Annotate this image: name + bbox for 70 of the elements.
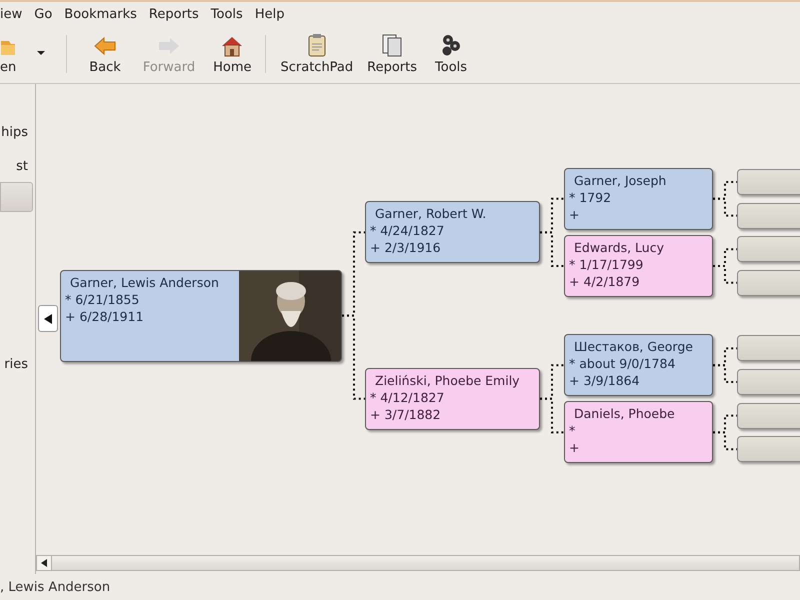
scroll-left-button[interactable]	[37, 556, 52, 570]
caret-icon[interactable]	[36, 50, 46, 56]
open-button[interactable]: en	[0, 27, 16, 83]
birth-date: *	[569, 422, 576, 440]
birth-date: * 4/12/1827	[370, 388, 446, 406]
death-date: + 3/9/1864	[569, 372, 641, 390]
empty-person-box[interactable]	[737, 202, 800, 229]
person-name: Шестаков, George	[573, 338, 694, 356]
connector-line	[540, 231, 564, 267]
menu-item[interactable]: Bookmarks	[64, 5, 137, 24]
home-button[interactable]: Home	[207, 27, 258, 83]
sidebar-item[interactable]	[0, 182, 33, 212]
status-text: , Lewis Anderson	[0, 578, 112, 596]
connector-line	[713, 265, 737, 284]
person-box[interactable]: Garner, Joseph * 1792 +	[564, 168, 713, 230]
death-date: + 2/3/1916	[370, 239, 442, 256]
person-box[interactable]: Шестаков, George * about 9/0/1784 + 3/9/1864	[564, 334, 713, 396]
connector-line	[713, 364, 737, 383]
sidebar-item[interactable]: ries	[0, 350, 35, 378]
horizontal-scrollbar[interactable]	[36, 555, 800, 571]
birth-date: * 1792	[569, 188, 612, 206]
menu-item[interactable]: Help	[254, 5, 284, 24]
birth-date: * 1/17/1799	[569, 256, 644, 273]
menu-item[interactable]: Tools	[210, 5, 243, 24]
death-date: + 6/28/1911	[65, 308, 145, 325]
gears-icon	[440, 33, 462, 57]
left-arrow-icon	[93, 35, 118, 57]
house-icon	[220, 35, 244, 57]
person-box[interactable]: Edwards, Lucy * 1/17/1799 + 4/2/1879	[564, 235, 713, 297]
left-triangle-icon	[43, 312, 53, 324]
menu-item[interactable]: Reports	[148, 5, 199, 24]
death-date: + 3/7/1882	[370, 406, 442, 423]
connector-line	[713, 431, 737, 450]
person-name: Daniels, Phoebe	[573, 405, 676, 422]
person-box[interactable]: Garner, Lewis Anderson * 6/21/1855 + 6/28/1911	[60, 270, 342, 362]
back-nav-button[interactable]	[38, 305, 58, 332]
clipboard-icon	[306, 33, 328, 57]
empty-person-box[interactable]	[737, 369, 800, 395]
empty-person-box[interactable]	[737, 402, 800, 429]
left-triangle-icon	[41, 559, 47, 567]
person-name: Garner, Lewis Anderson	[69, 274, 220, 291]
person-name: Edwards, Lucy	[573, 239, 665, 256]
person-name: Garner, Joseph	[573, 172, 668, 189]
empty-person-box[interactable]	[737, 236, 800, 262]
connector-line	[540, 398, 564, 434]
sidebar-item[interactable]: st	[0, 152, 35, 180]
person-box[interactable]: Garner, Robert W. * 4/24/1827 + 2/3/1916	[365, 201, 540, 264]
death-date: + 4/2/1879	[569, 273, 641, 290]
death-date: +	[569, 206, 580, 223]
person-name: Garner, Robert W.	[374, 205, 488, 222]
sidebar-item[interactable]: hips	[0, 118, 35, 146]
person-name: Zieliński, Phoebe Emily	[374, 372, 521, 389]
menu-item[interactable]: iew	[0, 5, 22, 24]
birth-date: * 4/24/1827	[370, 222, 446, 240]
empty-person-box[interactable]	[737, 169, 800, 195]
menu-item[interactable]: Go	[34, 5, 52, 24]
document-icon	[381, 33, 404, 57]
birth-date: * about 9/0/1784	[569, 355, 676, 372]
empty-person-box[interactable]	[737, 335, 800, 362]
birth-date: * 6/21/1855	[65, 290, 140, 308]
death-date: +	[569, 439, 580, 456]
connector-line	[713, 198, 737, 217]
person-box[interactable]: Daniels, Phoebe * +	[564, 401, 713, 464]
person-box[interactable]: Zieliński, Phoebe Emily * 4/12/1827 + 3/7/1882	[365, 368, 540, 430]
tools-button[interactable]: Tools	[429, 27, 474, 83]
reports-button[interactable]: Reports	[361, 27, 424, 83]
scratchpad-button[interactable]: ScratchPad	[274, 27, 360, 83]
empty-person-box[interactable]	[737, 270, 800, 296]
empty-person-box[interactable]	[737, 436, 800, 462]
back-button[interactable]: Back	[83, 27, 127, 83]
